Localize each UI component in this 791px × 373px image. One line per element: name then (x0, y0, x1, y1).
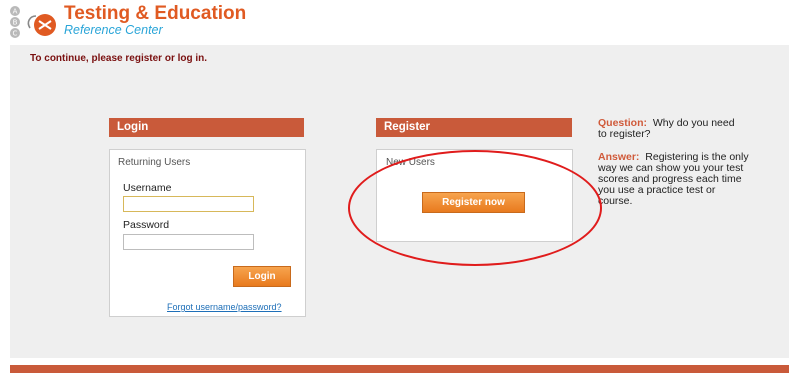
logo-icon: A B C (10, 6, 56, 38)
username-label: Username (123, 182, 172, 194)
login-button[interactable]: Login (233, 266, 291, 287)
login-panel-header: Login (109, 118, 304, 137)
site-title: Testing & Education (64, 3, 247, 24)
main-content: To continue, please register or log in. … (10, 45, 789, 358)
register-now-button[interactable]: Register now (422, 192, 525, 213)
site-header: A B C Testing & Education Reference Cent… (0, 0, 791, 44)
faq-answer: Answer: Registering is the only way we c… (598, 152, 750, 207)
password-input[interactable] (123, 234, 254, 250)
login-notice: To continue, please register or log in. (30, 53, 208, 64)
returning-users-label: Returning Users (118, 157, 191, 168)
new-users-label: New Users (386, 157, 435, 168)
password-label: Password (123, 219, 170, 231)
svg-text:C: C (13, 30, 18, 38)
forgot-password-link[interactable]: Forgot username/password? (167, 302, 282, 312)
svg-text:B: B (13, 19, 18, 27)
svg-text:A: A (13, 8, 18, 16)
footer-bar (10, 365, 789, 373)
username-input[interactable] (123, 196, 254, 212)
login-panel: Returning Users Username Password Login … (109, 149, 306, 317)
register-panel-header: Register (376, 118, 572, 137)
register-panel: New Users Register now (376, 149, 573, 242)
site-subtitle: Reference Center (64, 23, 163, 37)
faq-question: Question: Why do you need to register? (598, 118, 746, 140)
